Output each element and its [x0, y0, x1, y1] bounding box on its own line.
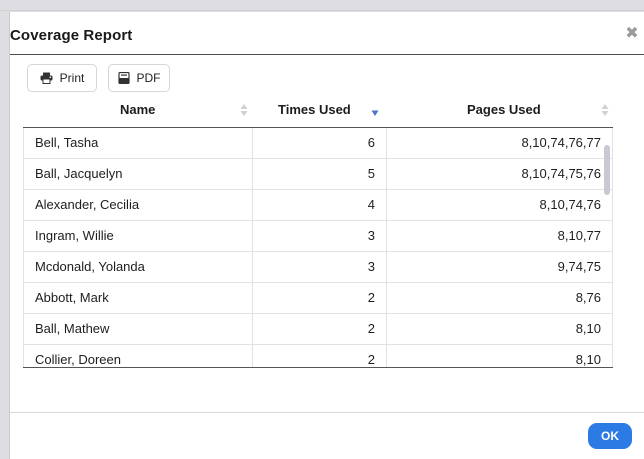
table-scrollbar-thumb[interactable]	[604, 145, 610, 195]
pdf-button[interactable]: PDF	[108, 64, 170, 92]
cell-pages-used: 8,10	[386, 314, 613, 344]
column-header-times-used[interactable]: Times Used	[252, 98, 386, 127]
cell-name: Mcdonald, Yolanda	[23, 252, 252, 282]
cell-name: Ball, Mathew	[23, 314, 252, 344]
cell-times-used: 3	[252, 221, 386, 251]
cell-pages-used: 8,10,74,76	[386, 190, 613, 220]
dialog-title: Coverage Report	[10, 27, 133, 44]
cell-pages-used: 9,74,75	[386, 252, 613, 282]
coverage-table: Name Times Used Pages Used Bell, Tasha 6…	[23, 98, 625, 368]
cell-name: Ingram, Willie	[23, 221, 252, 251]
cell-pages-used: 8,10	[386, 345, 613, 367]
column-header-label: Pages Used	[467, 102, 541, 117]
pdf-file-icon	[117, 72, 130, 84]
cell-pages-used: 8,10,74,75,76	[386, 159, 613, 189]
sort-descending-icon[interactable]	[371, 102, 379, 118]
sort-arrows-icon[interactable]	[240, 102, 248, 118]
cell-times-used: 2	[252, 314, 386, 344]
cell-times-used: 4	[252, 190, 386, 220]
pdf-button-label: PDF	[136, 71, 161, 85]
table-row[interactable]: Abbott, Mark 2 8,76	[23, 283, 613, 314]
table-body[interactable]: Bell, Tasha 6 8,10,74,76,77 Ball, Jacque…	[23, 128, 613, 368]
print-button[interactable]: Print	[27, 64, 97, 92]
table-row[interactable]: Mcdonald, Yolanda 3 9,74,75	[23, 252, 613, 283]
cell-pages-used: 8,76	[386, 283, 613, 313]
backdrop-divider	[0, 10, 644, 11]
table-row[interactable]: Ball, Jacquelyn 5 8,10,74,75,76	[23, 159, 613, 190]
cell-name: Abbott, Mark	[23, 283, 252, 313]
cell-times-used: 3	[252, 252, 386, 282]
cell-name: Bell, Tasha	[23, 128, 252, 158]
table-row[interactable]: Alexander, Cecilia 4 8,10,74,76	[23, 190, 613, 221]
column-header-pages-used[interactable]: Pages Used	[386, 98, 613, 127]
cell-times-used: 5	[252, 159, 386, 189]
cell-pages-used: 8,10,74,76,77	[386, 128, 613, 158]
sort-arrows-icon[interactable]	[601, 102, 609, 118]
table-header: Name Times Used Pages Used	[23, 98, 613, 128]
table-row[interactable]: Ingram, Willie 3 8,10,77	[23, 221, 613, 252]
column-header-name[interactable]: Name	[23, 98, 252, 127]
cell-name: Collier, Doreen	[23, 345, 252, 367]
cell-pages-used: 8,10,77	[386, 221, 613, 251]
column-header-label: Name	[120, 102, 156, 117]
cell-times-used: 6	[252, 128, 386, 158]
cell-times-used: 2	[252, 345, 386, 367]
cell-name: Ball, Jacquelyn	[23, 159, 252, 189]
print-button-label: Print	[59, 71, 85, 85]
close-icon[interactable]: ✖	[624, 25, 640, 41]
coverage-report-dialog: Coverage Report ✖ Print PDF Name Times U…	[9, 12, 644, 459]
column-header-label: Times Used	[278, 102, 351, 117]
printer-icon	[40, 72, 53, 84]
table-row[interactable]: Collier, Doreen 2 8,10	[23, 345, 613, 367]
cell-times-used: 2	[252, 283, 386, 313]
ok-button[interactable]: OK	[588, 423, 632, 449]
table-row[interactable]: Bell, Tasha 6 8,10,74,76,77	[23, 128, 613, 159]
cell-name: Alexander, Cecilia	[23, 190, 252, 220]
table-row[interactable]: Ball, Mathew 2 8,10	[23, 314, 613, 345]
footer-divider	[10, 412, 644, 413]
dialog-titlebar: Coverage Report ✖	[10, 12, 644, 55]
